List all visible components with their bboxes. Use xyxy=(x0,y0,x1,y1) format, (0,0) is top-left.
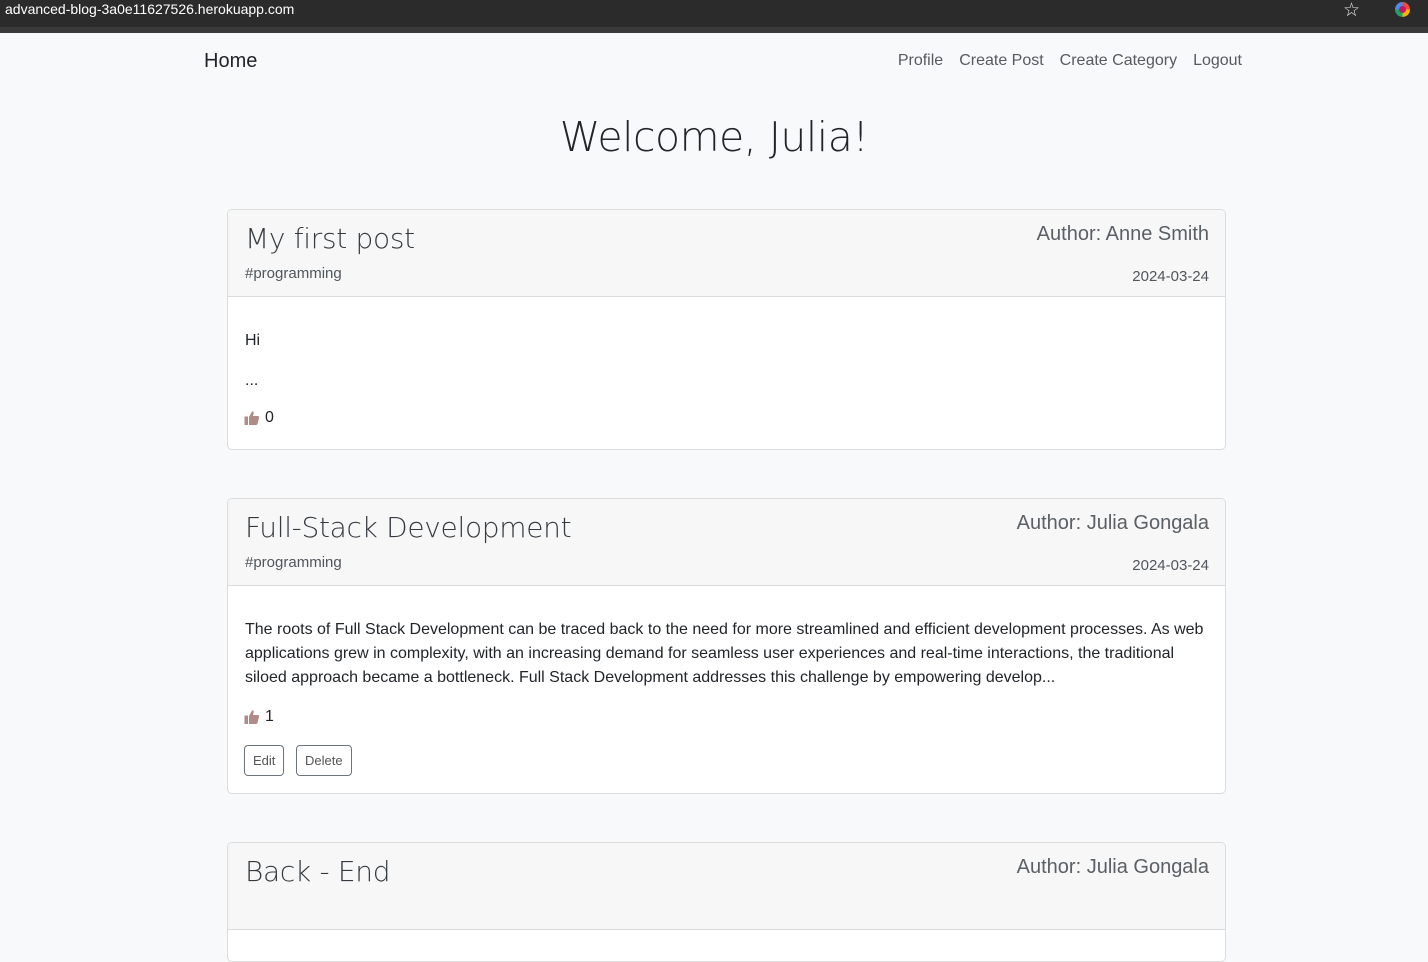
post-title[interactable]: Back - End xyxy=(245,855,391,888)
post-header: Back - End Author: Julia Gongala xyxy=(228,843,1225,930)
nav-links: Profile Create Post Create Category Logo… xyxy=(898,52,1242,70)
like-count: 0 xyxy=(265,409,274,426)
like-count: 1 xyxy=(265,708,274,725)
post-category[interactable]: #programming xyxy=(245,265,342,282)
welcome-heading: Welcome, Julia! xyxy=(559,113,869,161)
post-date: 2024-03-24 xyxy=(1132,557,1209,574)
like-counter[interactable]: 1 xyxy=(244,708,274,726)
post-title[interactable]: My first post xyxy=(245,222,415,255)
home-link[interactable]: Home xyxy=(204,50,257,73)
post-header: My first post #programming Author: Anne … xyxy=(228,210,1225,297)
nav-create-category[interactable]: Create Category xyxy=(1060,52,1177,70)
browser-address-bar: advanced-blog-3a0e11627526.herokuapp.com… xyxy=(0,0,1428,33)
post-author: Author: Julia Gongala xyxy=(1016,856,1209,878)
post-card: My first post #programming Author: Anne … xyxy=(227,209,1226,450)
post-title[interactable]: Full-Stack Development xyxy=(245,511,572,544)
nav-logout[interactable]: Logout xyxy=(1193,52,1242,70)
post-content-line: Hi xyxy=(245,332,261,349)
post-card: Back - End Author: Julia Gongala xyxy=(227,842,1226,962)
post-header: Full-Stack Development #programming Auth… xyxy=(228,499,1225,586)
thumbs-up-icon[interactable] xyxy=(244,709,260,725)
post-content-line: ... xyxy=(245,372,259,389)
post-author: Author: Anne Smith xyxy=(1036,223,1209,245)
star-icon[interactable]: ☆ xyxy=(1343,0,1360,22)
delete-button[interactable]: Delete xyxy=(296,745,352,776)
thumbs-up-icon[interactable] xyxy=(244,410,260,426)
nav-create-post[interactable]: Create Post xyxy=(959,52,1043,70)
post-category[interactable]: #programming xyxy=(245,554,342,571)
like-counter[interactable]: 0 xyxy=(244,409,274,427)
url-text[interactable]: advanced-blog-3a0e11627526.herokuapp.com xyxy=(5,1,294,17)
navbar: Home Profile Create Post Create Category… xyxy=(0,33,1428,91)
post-date: 2024-03-24 xyxy=(1132,268,1209,285)
edit-button[interactable]: Edit xyxy=(244,745,285,776)
nav-profile[interactable]: Profile xyxy=(898,52,943,70)
post-author: Author: Julia Gongala xyxy=(1016,512,1209,534)
post-content: The roots of Full Stack Development can … xyxy=(245,621,1204,686)
color-wheel-icon[interactable] xyxy=(1395,2,1410,17)
post-card: Full-Stack Development #programming Auth… xyxy=(227,498,1226,794)
